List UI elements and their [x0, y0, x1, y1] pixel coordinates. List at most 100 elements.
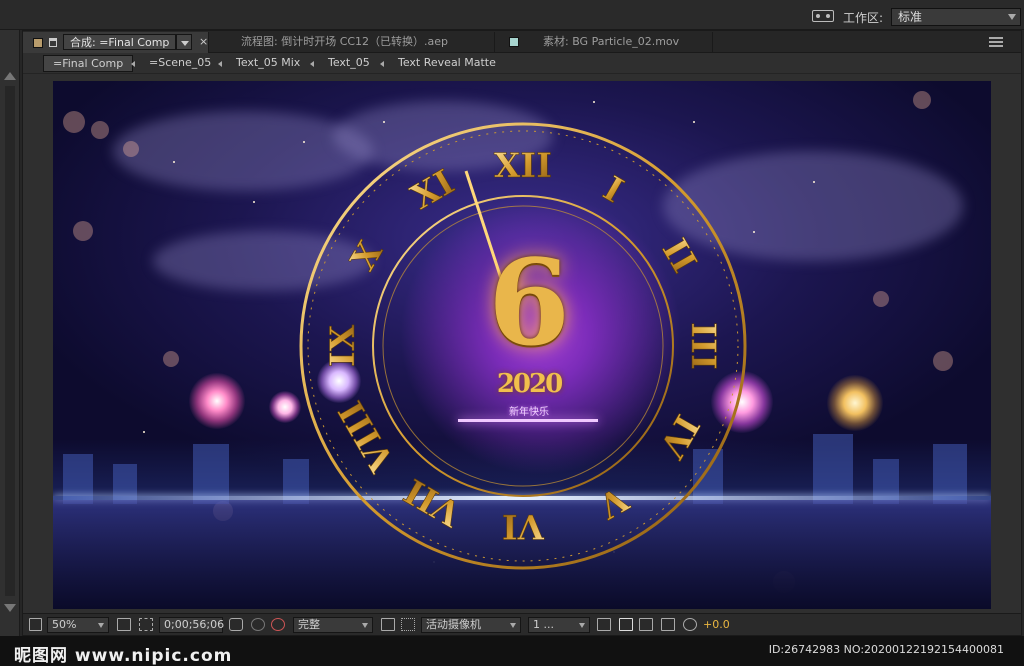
exposure-value[interactable]: +0.0 — [703, 617, 730, 633]
exposure-reset-icon[interactable] — [683, 618, 697, 631]
breadcrumb-item-text-05[interactable]: Text_05 — [328, 55, 370, 72]
bokeh-light — [873, 291, 889, 307]
watermark-id: ID:26742983 NO:20200122192154400081 — [768, 643, 1004, 656]
close-tab-icon[interactable]: × — [199, 32, 208, 52]
sparkle — [143, 431, 145, 433]
building — [193, 444, 229, 504]
roman-numeral: I — [596, 169, 630, 212]
roman-numeral: III — [683, 322, 723, 370]
sparkle — [593, 101, 595, 103]
composition-viewer[interactable]: XII I II III IV V VI VII VIII IX X XI 6 2020 新年快乐 — [53, 81, 991, 609]
breadcrumb-arrow-icon — [131, 61, 135, 67]
zoom-select[interactable]: 50% — [47, 617, 109, 633]
viewer-toolbar: 50% 0;00;56;06 完整 活动摄像机 1 ... +0.0 — [23, 613, 1021, 635]
breadcrumb-arrow-icon — [380, 61, 384, 67]
after-effects-window: 工作区: 标准 合成: =Final Comp × 流程图: 倒计时开场 CC1… — [0, 0, 1024, 666]
firework — [827, 375, 883, 431]
composition-prefix: 合成: — [70, 36, 96, 49]
year-logo: 2020 — [496, 369, 563, 399]
breadcrumb-item-final-comp[interactable]: =Final Comp — [43, 55, 134, 72]
scroll-track[interactable] — [5, 86, 15, 596]
view-layout-select[interactable]: 1 ... — [528, 617, 590, 633]
breadcrumb-item-text-reveal-matte[interactable]: Text Reveal Matte — [398, 55, 496, 72]
roman-numeral: IX — [323, 324, 363, 367]
footage-color-swatch — [509, 37, 519, 47]
breadcrumb: =Final Comp =Scene_05 Text_05 Mix Text_0… — [23, 53, 1021, 74]
breadcrumb-arrow-icon — [310, 61, 314, 67]
footage-tab-label: 素材: BG Particle_02.mov — [543, 35, 680, 48]
workspace-select-value: 标准 — [898, 10, 923, 24]
tab-footage[interactable]: 素材: BG Particle_02.mov — [497, 32, 713, 53]
snapshot-camera-icon[interactable] — [229, 618, 243, 631]
resolution-region-icon[interactable] — [117, 618, 131, 631]
workspace-bar: 工作区: 标准 — [0, 0, 1024, 30]
roman-numeral: XII — [494, 146, 552, 186]
roman-numeral: X — [343, 234, 391, 277]
panel-tab-bar: 合成: =Final Comp × 流程图: 倒计时开场 CC12（已转换）.a… — [23, 31, 1021, 53]
region-of-interest-icon[interactable] — [381, 618, 395, 631]
sparkle — [813, 181, 815, 183]
workspace-glasses-icon[interactable] — [812, 10, 834, 22]
lock-icon[interactable] — [49, 38, 57, 47]
sparkle — [253, 201, 255, 203]
roman-numeral: V — [591, 477, 635, 526]
resolution-select[interactable]: 完整 — [293, 617, 373, 633]
panel-menu-icon[interactable] — [989, 35, 1003, 47]
fast-preview-icon[interactable] — [619, 618, 633, 631]
checkerboard-icon[interactable] — [401, 618, 415, 631]
countdown-digit: 6 — [487, 233, 571, 372]
roman-numeral: IV — [651, 408, 707, 465]
firework — [189, 373, 245, 429]
building — [813, 434, 853, 504]
zoom-value: 50% — [52, 618, 77, 631]
channel-color-icon[interactable] — [271, 618, 285, 631]
bokeh-light — [63, 111, 85, 133]
breadcrumb-item-scene-05[interactable]: =Scene_05 — [149, 55, 211, 72]
pixel-aspect-icon[interactable] — [597, 618, 611, 631]
bokeh-light — [91, 121, 109, 139]
roman-numeral: VI — [502, 506, 545, 546]
bokeh-light — [123, 141, 139, 157]
chevron-down-icon — [510, 623, 516, 628]
breadcrumb-item-text-05-mix[interactable]: Text_05 Mix — [236, 55, 300, 72]
scroll-down-icon[interactable] — [4, 604, 16, 612]
greeting-underline-glow — [458, 419, 598, 422]
composition-selector[interactable]: 合成: =Final Comp — [63, 34, 177, 50]
watermark-bar: 昵图网 www.nipic.com ID:26742983 NO:2020012… — [0, 636, 1024, 666]
transparency-grid-icon[interactable] — [139, 618, 153, 631]
show-snapshot-icon[interactable] — [251, 618, 265, 631]
chevron-down-icon — [362, 623, 368, 628]
building — [933, 444, 967, 504]
left-panel-scrollbar[interactable] — [0, 30, 20, 636]
always-preview-icon[interactable] — [29, 618, 42, 631]
breadcrumb-arrow-icon — [218, 61, 222, 67]
chevron-down-icon — [1008, 14, 1016, 20]
flowchart-icon[interactable] — [661, 618, 675, 631]
timecode-value: 0;00;56;06 — [164, 618, 225, 631]
composition-panel: 合成: =Final Comp × 流程图: 倒计时开场 CC12（已转换）.a… — [22, 30, 1022, 636]
tab-flowchart[interactable]: 流程图: 倒计时开场 CC12（已转换）.aep — [219, 32, 495, 53]
tab-composition[interactable]: 合成: =Final Comp × — [23, 32, 209, 53]
resolution-value: 完整 — [298, 618, 320, 631]
composition-dropdown-icon[interactable] — [176, 34, 192, 50]
sparkle — [173, 161, 175, 163]
watermark-logo: 昵图网 www.nipic.com — [14, 646, 233, 666]
composition-color-swatch — [33, 38, 43, 48]
roman-numeral: XI — [405, 162, 462, 218]
view-layout-value: 1 ... — [533, 618, 554, 631]
bokeh-light — [73, 221, 93, 241]
timecode-field[interactable]: 0;00;56;06 — [159, 617, 225, 633]
workspace-select[interactable]: 标准 — [891, 8, 1021, 26]
composition-name: =Final Comp — [99, 36, 170, 49]
greeting-text: 新年快乐 — [509, 407, 549, 418]
workspace-label: 工作区: — [843, 11, 884, 25]
roman-numeral: II — [654, 232, 705, 280]
bokeh-light — [913, 91, 931, 109]
roman-numeral: VIII — [331, 394, 403, 479]
camera-value: 活动摄像机 — [426, 618, 481, 631]
chevron-down-icon — [579, 623, 585, 628]
bokeh-light — [933, 351, 953, 371]
camera-select[interactable]: 活动摄像机 — [421, 617, 521, 633]
timeline-icon[interactable] — [639, 618, 653, 631]
scroll-up-icon[interactable] — [4, 72, 16, 80]
